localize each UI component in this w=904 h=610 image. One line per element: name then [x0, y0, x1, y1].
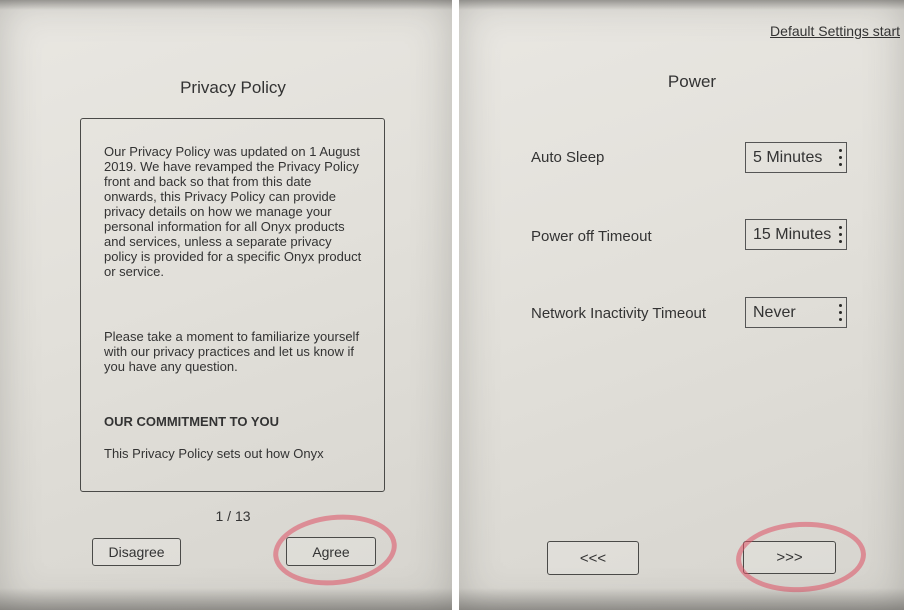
- policy-paragraph: Please take a moment to familiarize your…: [104, 329, 360, 374]
- network-inactivity-timeout-value: Never: [753, 303, 796, 321]
- privacy-policy-textbox[interactable]: Our Privacy Policy was updated on 1 Augu…: [80, 118, 385, 492]
- power-off-timeout-value: 15 Minutes: [753, 225, 832, 243]
- auto-sleep-label: Auto Sleep: [531, 149, 605, 166]
- policy-section-heading: OUR COMMITMENT TO YOU: [104, 414, 280, 429]
- image-divider: [452, 0, 459, 610]
- photo-shade-top: [0, 0, 452, 10]
- disagree-button[interactable]: Disagree: [92, 538, 181, 566]
- default-settings-start-link[interactable]: Default Settings start: [770, 23, 900, 39]
- photo-shade-top: [459, 0, 904, 10]
- privacy-policy-title: Privacy Policy: [180, 78, 286, 97]
- photo-shade-bottom: [459, 588, 904, 610]
- power-off-timeout-select[interactable]: 15 Minutes: [745, 219, 847, 250]
- power-settings-screen: Default Settings start Power Auto Sleep …: [459, 0, 904, 610]
- power-title: Power: [667, 72, 717, 91]
- network-inactivity-timeout-select[interactable]: Never: [745, 297, 847, 328]
- previous-button[interactable]: <<<: [547, 541, 639, 575]
- more-vert-icon: [835, 226, 845, 243]
- page-indicator: 1 / 13: [215, 508, 251, 524]
- network-inactivity-timeout-label: Network Inactivity Timeout: [531, 305, 707, 322]
- photo-shade-bottom: [0, 588, 452, 610]
- policy-paragraph: This Privacy Policy sets out how Onyx: [104, 446, 324, 461]
- more-vert-icon: [835, 149, 845, 166]
- auto-sleep-value: 5 Minutes: [753, 148, 823, 166]
- policy-paragraph: Our Privacy Policy was updated on 1 Augu…: [104, 144, 362, 279]
- next-button[interactable]: >>>: [743, 541, 836, 574]
- more-vert-icon: [835, 304, 845, 321]
- power-off-timeout-label: Power off Timeout: [531, 228, 652, 245]
- privacy-policy-screen: Privacy Policy Our Privacy Policy was up…: [0, 0, 452, 610]
- agree-button[interactable]: Agree: [286, 537, 376, 566]
- auto-sleep-select[interactable]: 5 Minutes: [745, 142, 847, 173]
